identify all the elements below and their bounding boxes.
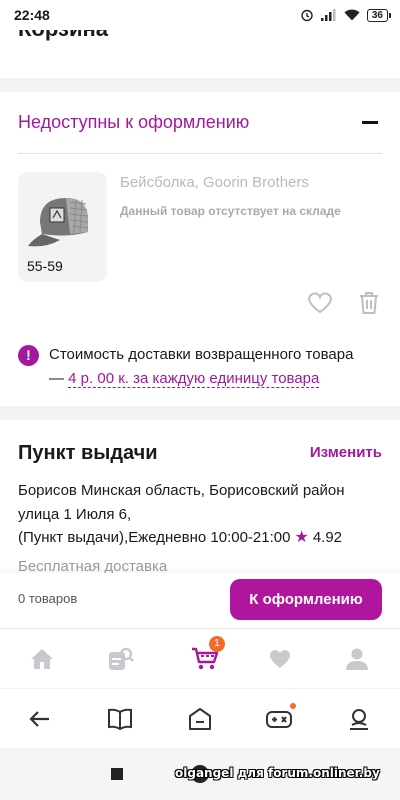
checkout-button[interactable]: К оформлению — [230, 579, 382, 620]
system-nav-bar: olgangel для forum.onliner.by — [0, 748, 400, 800]
pickup-address-line2: улица 1 Июля 6, — [18, 506, 132, 523]
return-delivery-price-line: — 4 р. 00 к. за каждую единицу товара — [49, 370, 320, 388]
pickup-section: Пункт выдачи Изменить Борисов Минская об… — [0, 420, 400, 580]
heart-icon[interactable] — [307, 291, 333, 315]
browser-nav-bar — [0, 688, 400, 748]
account-button[interactable] — [344, 705, 374, 733]
bookmarks-button[interactable] — [105, 705, 135, 733]
pickup-rating: 4.92 — [312, 528, 343, 546]
games-button[interactable] — [264, 703, 296, 733]
tab-profile[interactable] — [333, 643, 381, 675]
product-thumbnail[interactable]: 55-59 — [18, 172, 107, 282]
tab-catalog[interactable] — [97, 643, 145, 675]
tab-favorites[interactable] — [256, 643, 304, 675]
product-size: 55-59 — [27, 258, 63, 274]
items-count: 0 товаров — [18, 591, 78, 606]
return-delivery-price-link[interactable]: 4 р. 00 к. за каждую единицу товара — [68, 370, 320, 388]
pickup-address-line1: Борисов Минская область, Борисовский рай… — [18, 482, 345, 499]
wifi-icon — [344, 9, 360, 21]
collapse-icon[interactable] — [362, 121, 378, 124]
gamepad-icon — [266, 711, 292, 728]
star-icon: ★ — [294, 529, 309, 546]
heart-icon — [269, 650, 291, 668]
status-bar: 22:48 36 — [0, 0, 400, 30]
tab-home[interactable] — [18, 643, 66, 675]
tab-cart[interactable]: 1 — [181, 636, 229, 675]
checkout-bar: 0 товаров К оформлению — [0, 573, 400, 628]
back-arrow-icon — [29, 711, 49, 727]
unavailable-title: Недоступны к оформлению — [18, 112, 250, 132]
home-icon — [31, 649, 53, 669]
back-button[interactable] — [25, 705, 55, 733]
status-icons: 36 — [300, 8, 392, 22]
profile-icon — [346, 648, 368, 670]
cart-badge: 1 — [209, 636, 225, 652]
battery-indicator: 36 — [366, 8, 392, 22]
change-pickup-button[interactable]: Изменить — [310, 444, 382, 461]
notice-dash: — — [49, 370, 64, 387]
watermark: olgangel для forum.onliner.by — [175, 766, 380, 780]
signal-icon — [320, 9, 336, 21]
games-notification-dot — [290, 703, 296, 709]
alarm-icon — [301, 9, 313, 22]
pickup-hours: (Пункт выдачи),Ежедневно 10:00-21:00 — [18, 528, 291, 546]
trash-icon[interactable] — [358, 291, 380, 315]
tab-bar: 1 — [0, 628, 400, 688]
account-icon — [350, 709, 368, 730]
home-tab-button[interactable] — [185, 705, 215, 733]
pickup-address-line3: (Пункт выдачи),Ежедневно 10:00-21:00 ★ 4… — [18, 527, 342, 547]
out-of-stock-note: Данный товар отсутствует на складе — [120, 204, 341, 218]
cap-image — [28, 198, 89, 247]
return-delivery-notice: Стоимость доставки возвращенного товара — [49, 346, 354, 363]
status-time: 22:48 — [14, 7, 50, 23]
browser-home-icon — [189, 708, 211, 730]
pickup-title: Пункт выдачи — [18, 442, 158, 464]
book-icon — [108, 708, 132, 730]
info-icon: ! — [18, 345, 39, 366]
unavailable-header[interactable]: Недоступны к оформлению — [18, 92, 382, 154]
unavailable-section: Недоступны к оформлению 55-59 Бейсболка,… — [0, 92, 400, 406]
catalog-search-icon — [109, 647, 134, 670]
recent-apps-button[interactable] — [111, 768, 123, 780]
product-name[interactable]: Бейсболка, Goorin Brothers — [120, 174, 309, 191]
